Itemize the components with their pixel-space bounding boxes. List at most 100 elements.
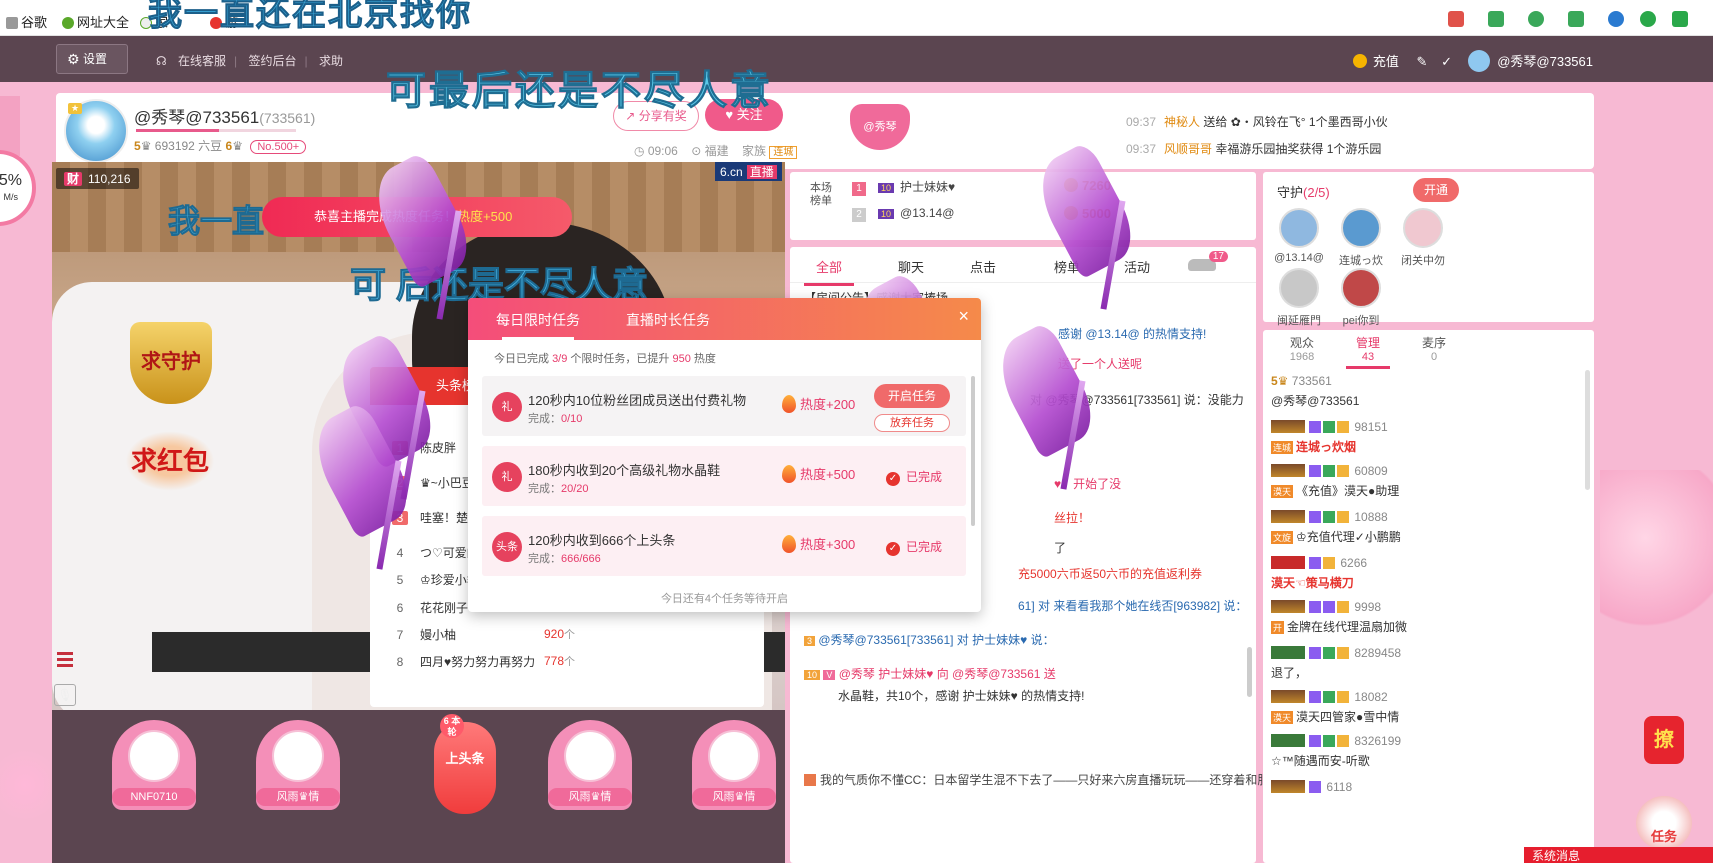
audience-row[interactable]: 98151 连城 连城っ炊烟 [1271, 420, 1451, 454]
tab-click[interactable]: 点击 [970, 257, 996, 276]
guard-item[interactable]: 连城っ炊 [1331, 208, 1391, 268]
bookmark-hao[interactable]: 网址大全 [62, 12, 129, 31]
collapse-arrow-icon[interactable]: › [1367, 530, 1372, 546]
seat-2[interactable]: 风雨♛情 [256, 720, 340, 810]
anchor-avatar[interactable]: ★ [64, 99, 128, 163]
nav-service-link[interactable]: 在线客服 [178, 54, 226, 68]
tab-all[interactable]: 全部 [803, 257, 855, 286]
task-row: 礼 180秒内收到20个高级礼物水晶鞋 完成：20/20 热度+500 ✓ 已完成 [482, 446, 966, 506]
list-item[interactable]: 8 四月♥努力努力再努力 778个 [392, 653, 612, 670]
close-icon[interactable]: × [958, 306, 969, 327]
check-icon[interactable]: ✓ [1441, 54, 1452, 69]
nav-help-link[interactable]: 求助 [319, 54, 343, 68]
anchor-level-bar [136, 129, 296, 132]
start-task-button[interactable]: 开启任务 [874, 384, 950, 408]
guard-item[interactable]: 闽延雁門 [1269, 268, 1329, 328]
redpack-icon[interactable]: 求红包 [118, 426, 222, 496]
news-item-2: 09:37 风顺哥哥 幸福游乐园抽奖获得 1个游乐园 [1126, 142, 1382, 156]
guard-item[interactable]: 闭关中勿 [1393, 208, 1453, 268]
chat-line: 水晶鞋，共10个，感谢 护士妹妹♥ 的热情支持! [838, 689, 1085, 703]
user-avatar[interactable] [1467, 50, 1490, 72]
task-dialog: 每日限时任务 直播时长任务 × 今日已完成 3/9 个限时任务，已提升 950 … [468, 298, 981, 612]
system-message-bar[interactable]: 系统消息 [1524, 847, 1713, 863]
guard-item[interactable]: @13.14@ [1269, 208, 1329, 264]
seat-4[interactable]: 风雨♛情 [692, 720, 776, 810]
chat-scrollbar[interactable] [1247, 647, 1252, 697]
headline-icon: 头条 [492, 532, 522, 562]
check-icon: ✓ [886, 472, 900, 486]
speaker-icon [804, 774, 816, 786]
rank-row[interactable]: 110护士妹妹♥7260 [852, 178, 1111, 196]
location-icon: ⊙ [691, 144, 702, 158]
wechat-icon[interactable] [1672, 11, 1688, 27]
chat-icon[interactable] [1640, 11, 1656, 27]
chat-line: 丝拉！ [1054, 511, 1091, 525]
headline-button[interactable]: 6 本轮 上头条 [434, 714, 496, 814]
bookmark-google[interactable]: 谷歌 [6, 12, 47, 31]
task-row: 礼 120秒内10位粉丝团成员送出付费礼物 完成：0/10 热度+200 开启任… [482, 376, 966, 436]
seat-bar: NNF0710 风雨♛情 6 本轮 上头条 风雨♛情 风雨♛情 [52, 710, 785, 863]
tab-daily-task[interactable]: 每日限时任务 [496, 310, 580, 340]
game-icon[interactable] [1568, 11, 1584, 27]
audience-scrollbar[interactable] [1585, 370, 1590, 490]
audience-row[interactable]: 8289458 退了， [1271, 646, 1451, 680]
vip-icon: ★ [68, 103, 83, 114]
chat-bottom-ticker: 我的气质你不懂CC：日本留学生混不下去了——只好来六房直播玩玩——还穿着和服 [804, 771, 1269, 788]
audience-row[interactable]: 8326199 ☆™随遇而安-听歌 [1271, 734, 1451, 768]
tab-audience[interactable]: 观众 1968 [1267, 336, 1337, 364]
audience-row[interactable]: 10888 文旋 ♔充值代理✓小鹏鹏 [1271, 510, 1451, 544]
user-name[interactable]: @秀琴@733561 [1497, 54, 1593, 69]
family-badge[interactable]: 连城 [769, 146, 798, 159]
audience-row[interactable]: 6266 漠天☜策马横刀 [1271, 556, 1451, 590]
guard-open-button[interactable]: 开通 [1413, 178, 1459, 202]
car-count-badge: 17 [1208, 251, 1228, 262]
search-icon[interactable] [1608, 11, 1624, 27]
task-done-label: ✓ 已完成 [886, 538, 942, 556]
task-summary: 今日已完成 3/9 个限时任务，已提升 950 热度 [494, 353, 716, 365]
task-heat: 热度+200 [782, 394, 855, 413]
task-done-label: ✓ 已完成 [886, 468, 942, 486]
task-float-button[interactable]: 任务 [1636, 796, 1692, 850]
settings-button[interactable]: ⚙ 设置 [56, 44, 128, 74]
edit-icon[interactable]: ✎ [1417, 54, 1428, 69]
guard-shield-icon[interactable]: 求守护 [130, 322, 212, 404]
video-caption-1: 我一直 [167, 203, 265, 240]
abandon-task-button[interactable]: 放弃任务 [874, 414, 950, 432]
task-scrollbar[interactable] [971, 376, 975, 526]
audience-row[interactable]: 6118 [1271, 780, 1451, 796]
chat-line: 充5000六币返50六币的充值返利券 [1018, 567, 1203, 581]
tab-admin[interactable]: 管理 43 [1333, 336, 1403, 369]
heart-decoration [0, 96, 20, 156]
flame-icon [782, 535, 796, 553]
news-item-1: 09:37 神秘人 送给 ✿・风铃在飞° 1个墨西哥小伙 [1126, 115, 1388, 129]
heel-gift-icon [301, 400, 421, 570]
guard-item[interactable]: pei你到 [1331, 268, 1391, 328]
cut-icon[interactable] [1448, 11, 1464, 27]
audience-row[interactable]: 5♛ 733561 @秀琴@733561 [1271, 374, 1451, 408]
recharge-link[interactable]: 充值 [1373, 54, 1399, 69]
rank-pill[interactable]: No.500+ [250, 140, 307, 154]
overlay-caption-2: 可最后还是不尽人意 [386, 69, 773, 114]
speed-gauge: 5% M/s [0, 150, 36, 226]
tab-mic-queue[interactable]: 麦序 0 [1399, 336, 1469, 364]
menu-icon[interactable] [57, 652, 73, 670]
list-item[interactable]: 7 嫚小柚 920个 [392, 626, 612, 643]
translate-icon[interactable] [1488, 11, 1504, 27]
nav-links: ☊ 在线客服 | 签约后台 | 求助 [156, 54, 343, 68]
news-ticker: 09:37 神秘人 送给 ✿・风铃在飞° 1个墨西哥小伙 09:37 风顺哥哥 幸福… [1126, 113, 1388, 167]
money-icon[interactable] [1528, 11, 1544, 27]
flame-icon [782, 395, 796, 413]
seat-1[interactable]: NNF0710 [112, 720, 196, 810]
audience-row[interactable]: 60809 漠天 《充值》漠天●助理 [1271, 464, 1451, 498]
seat-3[interactable]: 风雨♛情 [548, 720, 632, 810]
session-rank-label[interactable]: 本场榜单 [810, 182, 836, 208]
tab-duration-task[interactable]: 直播时长任务 [626, 310, 710, 330]
rank-row[interactable]: 210@13.14@5000 [852, 206, 1111, 222]
liao-button[interactable]: 撩 [1644, 716, 1684, 764]
audience-row[interactable]: 9998 开金牌在线代理温扇加微 [1271, 600, 1451, 634]
brand-logo: 6.cn 直播 [715, 162, 782, 181]
nav-sign-link[interactable]: 签约后台 [249, 54, 297, 68]
audience-row[interactable]: 18082 漠天 漠天四管家●雪中情 [1271, 690, 1451, 724]
audience-panel: 观众 1968 管理 43 麦序 0 5♛ 733561 @秀琴@733561 9815… [1263, 330, 1594, 863]
mic-icon[interactable]: 🎙 [54, 684, 76, 706]
